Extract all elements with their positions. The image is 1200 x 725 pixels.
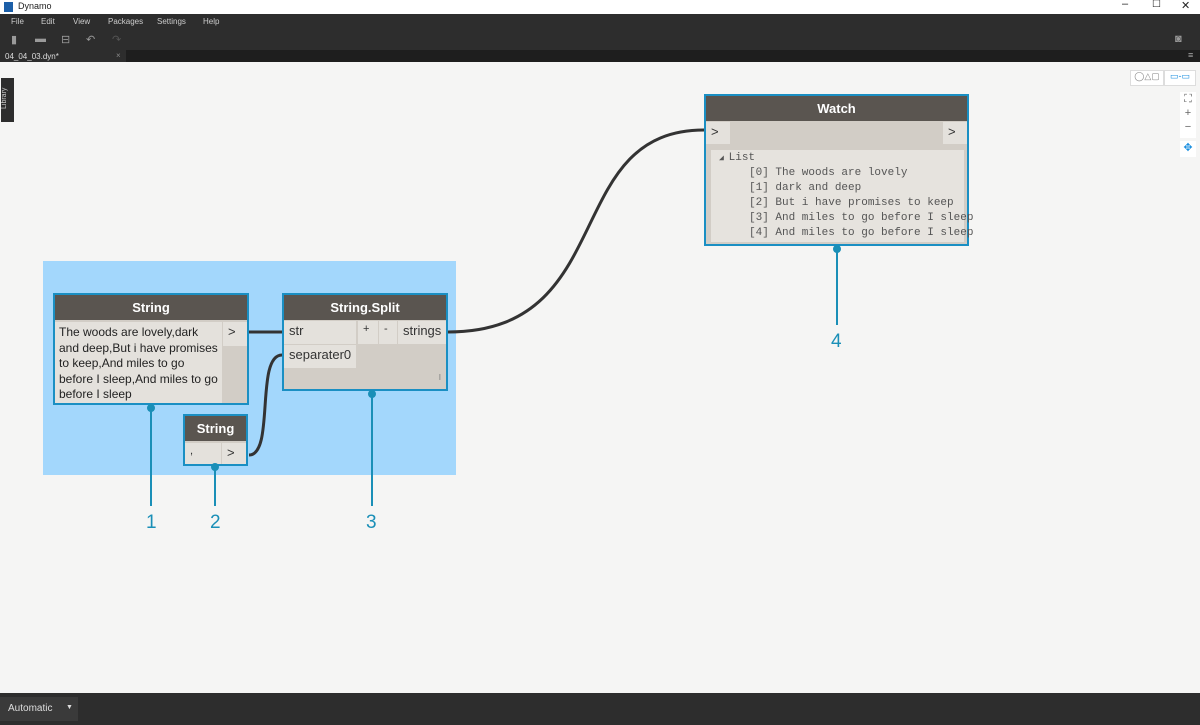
- watch-node[interactable]: Watch > > ◢ List [0] The woods are lovel…: [704, 94, 974, 246]
- node-title: String: [55, 295, 247, 320]
- remove-input-button[interactable]: -: [379, 321, 397, 344]
- list-header[interactable]: ◢ List: [719, 152, 956, 167]
- string-node[interactable]: String The woods are lovely,dark and dee…: [53, 293, 249, 405]
- chevron-down-icon: ▼: [66, 704, 73, 711]
- output-port[interactable]: >: [222, 443, 246, 464]
- add-input-button[interactable]: +: [358, 321, 378, 344]
- input-port-str[interactable]: str: [284, 321, 356, 344]
- input-port[interactable]: >: [706, 122, 730, 144]
- annotation-number: 1: [146, 512, 157, 533]
- node-title: Watch: [706, 96, 967, 121]
- output-port[interactable]: >: [943, 122, 967, 144]
- node-title: String.Split: [284, 295, 446, 320]
- input-port-separator[interactable]: separater0: [284, 345, 356, 368]
- annotation-line: [836, 249, 838, 325]
- list-item: [1] dark and deep: [749, 182, 862, 194]
- watch-output: ◢ List [0] The woods are lovely [1] dark…: [711, 150, 974, 242]
- annotation-line: [214, 467, 216, 506]
- annotation-number: 4: [831, 331, 842, 352]
- string-node-separator[interactable]: String , >: [183, 414, 248, 466]
- output-port[interactable]: >: [223, 322, 247, 346]
- string-input[interactable]: The woods are lovely,dark and deep,But i…: [55, 322, 222, 403]
- list-item: [0] The woods are lovely: [749, 167, 908, 179]
- status-bar: [0, 693, 1200, 725]
- annotation-number: 2: [210, 512, 221, 533]
- list-label: List: [728, 152, 756, 164]
- lacing-indicator[interactable]: l: [439, 373, 441, 382]
- list-item: [3] And miles to go before I sleep: [749, 212, 974, 224]
- annotation-line: [150, 408, 152, 506]
- node-title: String: [185, 416, 246, 441]
- wire-comma-to-separator: [248, 353, 283, 457]
- list-item: [2] But i have promises to keep: [749, 197, 954, 209]
- output-port-strings[interactable]: strings: [398, 321, 446, 344]
- run-mode-value: Automatic: [8, 703, 53, 714]
- list-item: [4] And miles to go before I sleep: [749, 227, 974, 239]
- wire-split-to-watch: [447, 128, 705, 334]
- run-mode-dropdown[interactable]: Automatic ▼: [0, 697, 78, 721]
- string-split-node[interactable]: String.Split str + - strings separater0 …: [282, 293, 448, 391]
- string-input[interactable]: ,: [185, 443, 221, 464]
- collapse-icon[interactable]: ◢: [719, 154, 729, 163]
- annotation-number: 3: [366, 512, 377, 533]
- annotation-line: [371, 394, 373, 506]
